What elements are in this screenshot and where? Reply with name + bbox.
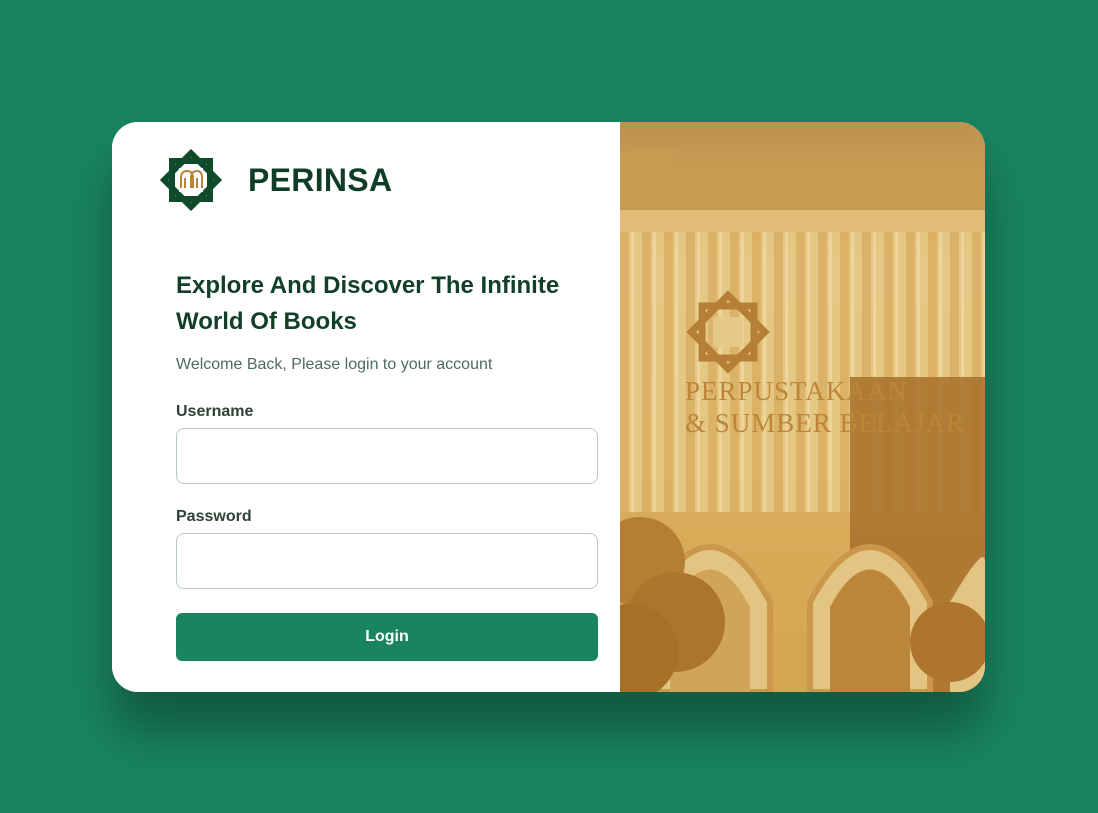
login-button[interactable]: Login (176, 613, 598, 661)
welcome-subtitle: Welcome Back, Please login to your accou… (176, 356, 493, 373)
brand-name: PERINSA (248, 161, 393, 198)
login-form: Explore And Discover The Infinite World … (176, 268, 598, 661)
username-input[interactable] (176, 428, 598, 484)
password-input[interactable] (176, 533, 598, 589)
library-photo: PERPUSTAKAAN & SUMBER BELAJAR (620, 122, 985, 692)
page-headline: Explore And Discover The Infinite World … (176, 272, 560, 335)
login-panel: PERINSA Explore And Discover The Infinit… (112, 122, 620, 692)
perinsa-logo-icon (159, 149, 223, 211)
brand-header: PERINSA (156, 149, 392, 211)
library-building-image: PERPUSTAKAAN & SUMBER BELAJAR (620, 122, 985, 692)
password-label: Password (176, 508, 252, 525)
login-card: PERINSA Explore And Discover The Infinit… (112, 122, 985, 692)
username-label: Username (176, 403, 254, 420)
